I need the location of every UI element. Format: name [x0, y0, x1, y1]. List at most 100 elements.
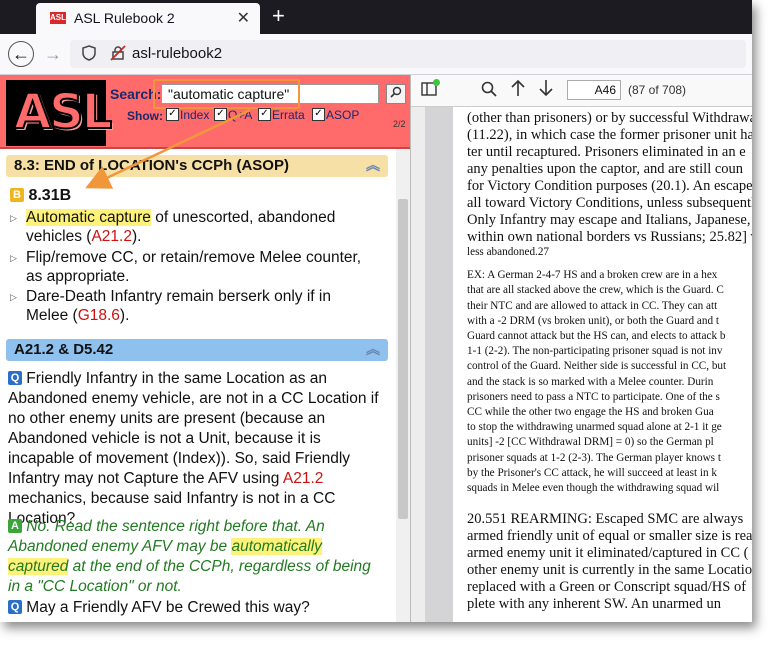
search-match-highlight: automatically [231, 538, 322, 555]
search-button[interactable] [386, 84, 406, 104]
pdf-text-line: armed friendly unit of equal or smaller … [467, 528, 752, 545]
question-line: no other enemy units are present (becaus… [8, 410, 326, 427]
asl-logo: ASL [6, 80, 113, 146]
filter-index-checkbox[interactable]: ✓ [166, 108, 179, 121]
pdf-text-line: any penalties upon the captor, and are s… [467, 161, 744, 177]
asop-item-text: Dare-Death Infantry remain berserk only … [26, 288, 331, 305]
question-line: May a Friendly AFV be Crewed this way? [22, 599, 310, 616]
collapse-chevron-icon[interactable]: ︽ [366, 342, 380, 356]
pdf-text-line: by the Prisoner's CC attack, he will suc… [467, 466, 717, 479]
asop-item-text-end: ). [119, 307, 130, 324]
question-badge-icon: Q [8, 600, 22, 614]
bullet-icon: ▷ [10, 292, 17, 302]
asop-item-text: Melee ( [26, 307, 78, 324]
rule-reference-link[interactable]: G18.6 [78, 307, 120, 324]
pdf-text-line: within own national borders vs Russians;… [467, 229, 752, 245]
filter-errata-checkbox[interactable]: ✓ [258, 108, 271, 121]
filter-asop-label: ASOP [326, 108, 360, 122]
asl-search-pane: ASL Search: Show: ✓ Index ✓ Q+A ✓ Errata… [0, 75, 411, 622]
insecure-lock-icon[interactable] [110, 45, 126, 64]
pdf-find-icon[interactable] [481, 81, 497, 102]
filter-index-label: Index [180, 108, 210, 122]
new-tab-button[interactable]: + [272, 3, 285, 29]
pdf-text-line: 20.551 REARMING: Escaped SMC are always [467, 511, 744, 528]
question-line: incapable of movement (Index)). So, said… [8, 450, 351, 467]
pdf-text-line: control of the Guard. Neither side is su… [467, 360, 727, 373]
badge-b-icon: B [10, 188, 24, 202]
question-line: Friendly Infantry in the same Location a… [22, 370, 327, 387]
pdf-text-line: other enemy unit is currently in the sam… [467, 562, 752, 579]
asop-item: Flip/remove CC, or retain/remove Melee c… [26, 248, 386, 286]
pdf-text-line: EX: A German 2-4-7 HS and a broken crew … [467, 269, 718, 282]
search-icon [390, 86, 402, 101]
show-label: Show: [127, 109, 163, 123]
answer-line: at the end of the CCPh, regardless of be… [68, 558, 371, 575]
url-bar[interactable]: asl-rulebook2 [70, 40, 746, 68]
filter-qa-checkbox[interactable]: ✓ [214, 108, 227, 121]
rule-reference-link[interactable]: A21.2 [283, 470, 324, 487]
pdf-text-line: prisoner squads at 1-2 (2-3). The German… [467, 451, 721, 464]
pdf-text-line: units] -2 [CC Withdrawal DRM] = 0) so th… [467, 436, 714, 449]
results-scrollbar[interactable] [396, 149, 410, 622]
shield-icon[interactable] [82, 45, 96, 64]
browser-tab[interactable]: ASL ASL Rulebook 2 ✕ [36, 3, 260, 34]
asl-logo-text: ASL [13, 83, 113, 141]
pdf-text-line: plete with any inherent SW. An unarmed u… [467, 596, 721, 613]
result-header-title: A21.2 & D5.42 [14, 341, 114, 358]
asop-item-text: Flip/remove CC, or retain/remove Melee c… [26, 249, 362, 266]
tab-title: ASL Rulebook 2 [74, 10, 175, 26]
pdf-text-line: prisoners need to pass a NTC to particip… [467, 390, 720, 403]
annotation-highlight-box [153, 79, 300, 109]
pdf-text-line: 1-1 (2-2). The non-participating prisone… [467, 345, 723, 358]
result-header-asop[interactable]: 8.3: END of LOCATION's CCPh (ASOP) ︽ [6, 155, 388, 177]
question-text: Q May a Friendly AFV be Crewed this way? [8, 598, 390, 618]
asop-item-text-end: ). [131, 228, 142, 245]
question-line: Abandoned vehicle is not a Unit, because… [8, 430, 321, 447]
tab-close-icon[interactable]: ✕ [237, 8, 250, 28]
search-results: 8.3: END of LOCATION's CCPh (ASOP) ︽ B 8… [0, 149, 396, 622]
result-header-qa[interactable]: A21.2 & D5.42 ︽ [6, 339, 388, 361]
pdf-text-line: replaced with a Green or Conscript squad… [467, 579, 747, 596]
page-number-input[interactable] [567, 80, 621, 100]
question-badge-icon: Q [8, 371, 22, 385]
url-text[interactable]: asl-rulebook2 [132, 45, 222, 62]
pdf-text-line: and the stack is so marked with a Melee … [467, 375, 714, 388]
back-arrow-icon: ← [12, 44, 30, 64]
bullet-icon: ▷ [10, 213, 17, 223]
pdf-text-line: Guard cannot attack but the HS can, and … [467, 330, 726, 342]
results-scrollbar-thumb[interactable] [398, 199, 408, 519]
rule-id-text: 8.31B [28, 187, 72, 204]
pdf-viewer: (87 of 708) (other than prisoners) or by… [411, 75, 752, 622]
filter-asop-checkbox[interactable]: ✓ [312, 108, 325, 121]
next-page-icon[interactable] [539, 79, 553, 102]
pdf-text-line: ter until recaptured. Prisoners eliminat… [467, 144, 746, 160]
result-header-title: 8.3: END of LOCATION's CCPh (ASOP) [14, 157, 289, 174]
question-line: mechanics, because said Infantry is not … [8, 490, 336, 507]
pdf-text-line: (11.22), in which case the former prison… [467, 127, 752, 143]
rule-reference-link[interactable]: A21.2 [91, 228, 132, 245]
previous-page-icon[interactable] [511, 79, 525, 102]
back-button[interactable]: ← [8, 41, 34, 67]
asl-favicon-icon: ASL [50, 12, 66, 24]
answer-text: A No. Read the sentence right before tha… [8, 517, 390, 597]
navigation-bar: ← → asl-rulebook2 [0, 34, 752, 75]
rule-id: B 8.31B [10, 187, 71, 205]
asl-header: ASL Search: Show: ✓ Index ✓ Q+A ✓ Errata… [0, 75, 410, 149]
forward-arrow-icon: → [44, 44, 62, 64]
pdf-toolbar: (87 of 708) [411, 75, 752, 107]
collapse-chevron-icon[interactable]: ︽ [366, 158, 380, 172]
pdf-text-line: to stop the withdrawing unarmed squad al… [467, 421, 722, 434]
pdf-text-line: squads in Melee even though the withdraw… [467, 482, 720, 494]
pdf-text-line: armed enemy unit it eliminated/captured … [467, 545, 749, 562]
question-line: Infantry may not Capture the AFV using [8, 470, 283, 487]
pdf-left-gutter [411, 107, 425, 622]
question-line: Abandoned enemy vehicle, are not in a CC… [8, 390, 379, 407]
pdf-text-line: all toward Victory Conditions, unless su… [467, 195, 752, 211]
pdf-text-line: for Victory Condition purposes (20.1). A… [467, 178, 752, 194]
filter-errata-label: Errata [272, 108, 305, 122]
pdf-text-line: their NTC and are allowed to attack in C… [467, 299, 718, 312]
asop-item: Dare-Death Infantry remain berserk only … [26, 287, 386, 325]
pdf-text-line: that are all stacked above the crew, whi… [467, 284, 724, 297]
forward-button[interactable]: → [40, 41, 66, 67]
asop-item: Automatic capture of unescorted, abandon… [26, 208, 386, 246]
